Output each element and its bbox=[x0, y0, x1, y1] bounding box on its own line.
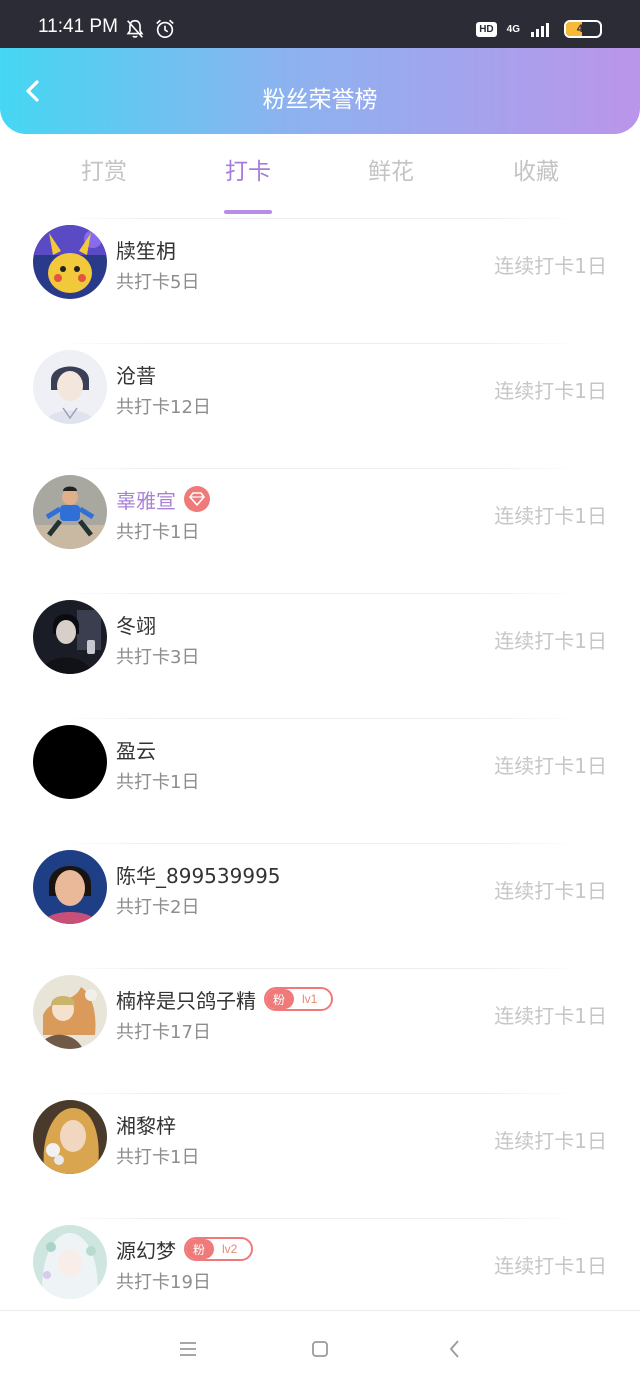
row-divider bbox=[60, 468, 580, 469]
total-checkins: 共打卡17日 bbox=[116, 1022, 211, 1043]
fan-name: 楠梓是只鸽子精 bbox=[116, 988, 256, 1013]
fan-row[interactable]: 牍笙枂 共打卡5日 连续打卡1日 bbox=[0, 218, 640, 343]
fan-row[interactable]: 冬翊 共打卡3日 连续打卡1日 bbox=[0, 593, 640, 718]
avatar[interactable] bbox=[33, 225, 107, 299]
header-bar: 粉丝荣誉榜 bbox=[0, 48, 640, 134]
avatar[interactable] bbox=[33, 850, 107, 924]
total-checkins: 共打卡19日 bbox=[116, 1272, 211, 1293]
row-divider bbox=[60, 593, 580, 594]
active-tab-indicator bbox=[224, 210, 272, 214]
tab-label: 收藏 bbox=[513, 159, 559, 185]
streak-label: 连续打卡1日 bbox=[494, 504, 607, 528]
tab-label: 打卡 bbox=[225, 159, 271, 185]
fan-name: 源幻梦 bbox=[116, 1238, 176, 1263]
total-checkins: 共打卡1日 bbox=[116, 1147, 200, 1168]
streak-label: 连续打卡1日 bbox=[494, 379, 607, 403]
fan-row[interactable]: 盈云 共打卡1日 连续打卡1日 bbox=[0, 718, 640, 843]
hd-badge: HD bbox=[476, 21, 497, 37]
bell-muted-icon bbox=[126, 19, 144, 38]
row-divider bbox=[60, 968, 580, 969]
alarm-icon bbox=[156, 19, 174, 39]
name-line: 冬翊 bbox=[116, 611, 156, 638]
avatar[interactable] bbox=[33, 1225, 107, 1299]
total-checkins: 共打卡5日 bbox=[116, 272, 200, 293]
fan-name: 牍笙枂 bbox=[116, 238, 176, 263]
name-line: 辜雅宣 bbox=[116, 486, 210, 513]
status-right: HD 4G 47 bbox=[476, 18, 602, 40]
fan-level-badge: 粉 lv1 bbox=[264, 987, 334, 1011]
tab-bar: 打赏 打卡 鲜花 收藏 bbox=[0, 134, 640, 218]
row-divider bbox=[60, 843, 580, 844]
tab-label: 鲜花 bbox=[368, 159, 414, 185]
tab-reward[interactable]: 打赏 bbox=[49, 152, 159, 202]
tab-flowers[interactable]: 鲜花 bbox=[336, 152, 446, 202]
tab-favorites[interactable]: 收藏 bbox=[481, 152, 591, 202]
fan-badge-level: lv2 bbox=[222, 1242, 238, 1256]
avatar[interactable] bbox=[33, 725, 107, 799]
battery-icon: 47 bbox=[564, 20, 602, 38]
fan-name: 沧萻 bbox=[116, 363, 156, 388]
row-divider bbox=[60, 1218, 580, 1219]
name-line: 盈云 bbox=[116, 736, 156, 763]
page-title: 粉丝荣誉榜 bbox=[262, 87, 378, 113]
streak-label: 连续打卡1日 bbox=[494, 754, 607, 778]
avatar[interactable] bbox=[33, 1100, 107, 1174]
fan-level-badge: 粉 lv2 bbox=[184, 1237, 254, 1261]
fan-row[interactable]: 陈华_899539995 共打卡2日 连续打卡1日 bbox=[0, 843, 640, 968]
name-line: 沧萻 bbox=[116, 361, 156, 388]
fan-name: 辜雅宣 bbox=[116, 488, 176, 513]
fan-name: 盈云 bbox=[116, 738, 156, 763]
total-checkins: 共打卡3日 bbox=[116, 647, 200, 668]
fan-name: 湘黎梓 bbox=[116, 1113, 176, 1138]
avatar[interactable] bbox=[33, 975, 107, 1049]
row-divider bbox=[60, 1093, 580, 1094]
name-line: 湘黎梓 bbox=[116, 1111, 176, 1138]
total-checkins: 共打卡2日 bbox=[116, 897, 200, 918]
row-divider bbox=[60, 218, 580, 219]
name-line: 陈华_899539995 bbox=[116, 861, 281, 888]
tab-label: 打赏 bbox=[81, 159, 127, 185]
name-line: 牍笙枂 bbox=[116, 236, 176, 263]
fan-badge-label: 粉 bbox=[266, 989, 295, 1009]
status-time: 11:41 PM bbox=[38, 16, 118, 37]
row-divider bbox=[60, 718, 580, 719]
streak-label: 连续打卡1日 bbox=[494, 1254, 607, 1278]
fan-name: 陈华_899539995 bbox=[116, 863, 281, 888]
avatar[interactable] bbox=[33, 475, 107, 549]
row-divider bbox=[60, 343, 580, 344]
fan-row[interactable]: 湘黎梓 共打卡1日 连续打卡1日 bbox=[0, 1093, 640, 1218]
status-bar: 11:41 PM HD 4G 47 bbox=[0, 0, 640, 48]
fan-badge-level: lv1 bbox=[302, 992, 318, 1006]
name-line: 源幻梦 粉 lv2 bbox=[116, 1236, 254, 1263]
fan-list: 牍笙枂 共打卡5日 连续打卡1日 沧萻 共打卡12日 连续打卡1日 辜雅宣 共打… bbox=[0, 218, 640, 1343]
streak-label: 连续打卡1日 bbox=[494, 1129, 607, 1153]
battery-level: 47 bbox=[576, 23, 590, 35]
total-checkins: 共打卡1日 bbox=[116, 772, 200, 793]
fan-row[interactable]: 辜雅宣 共打卡1日 连续打卡1日 bbox=[0, 468, 640, 593]
total-checkins: 共打卡1日 bbox=[116, 522, 200, 543]
avatar[interactable] bbox=[33, 600, 107, 674]
menu-icon[interactable] bbox=[177, 1338, 199, 1360]
system-nav-bar bbox=[0, 1310, 640, 1387]
fan-row[interactable]: 沧萻 共打卡12日 连续打卡1日 bbox=[0, 343, 640, 468]
fan-name: 冬翊 bbox=[116, 613, 156, 638]
fan-row[interactable]: 楠梓是只鸽子精 粉 lv1 共打卡17日 连续打卡1日 bbox=[0, 968, 640, 1093]
diamond-icon bbox=[184, 486, 210, 512]
back-icon[interactable] bbox=[444, 1338, 466, 1360]
streak-label: 连续打卡1日 bbox=[494, 254, 607, 278]
avatar[interactable] bbox=[33, 350, 107, 424]
streak-label: 连续打卡1日 bbox=[494, 629, 607, 653]
signal-icon bbox=[531, 23, 549, 37]
streak-label: 连续打卡1日 bbox=[494, 879, 607, 903]
fan-badge-label: 粉 bbox=[186, 1239, 215, 1259]
streak-label: 连续打卡1日 bbox=[494, 1004, 607, 1028]
tab-checkin[interactable]: 打卡 bbox=[193, 152, 303, 214]
name-line: 楠梓是只鸽子精 粉 lv1 bbox=[116, 986, 334, 1013]
home-icon[interactable] bbox=[309, 1338, 331, 1360]
total-checkins: 共打卡12日 bbox=[116, 397, 211, 418]
network-label: 4G bbox=[506, 23, 520, 35]
